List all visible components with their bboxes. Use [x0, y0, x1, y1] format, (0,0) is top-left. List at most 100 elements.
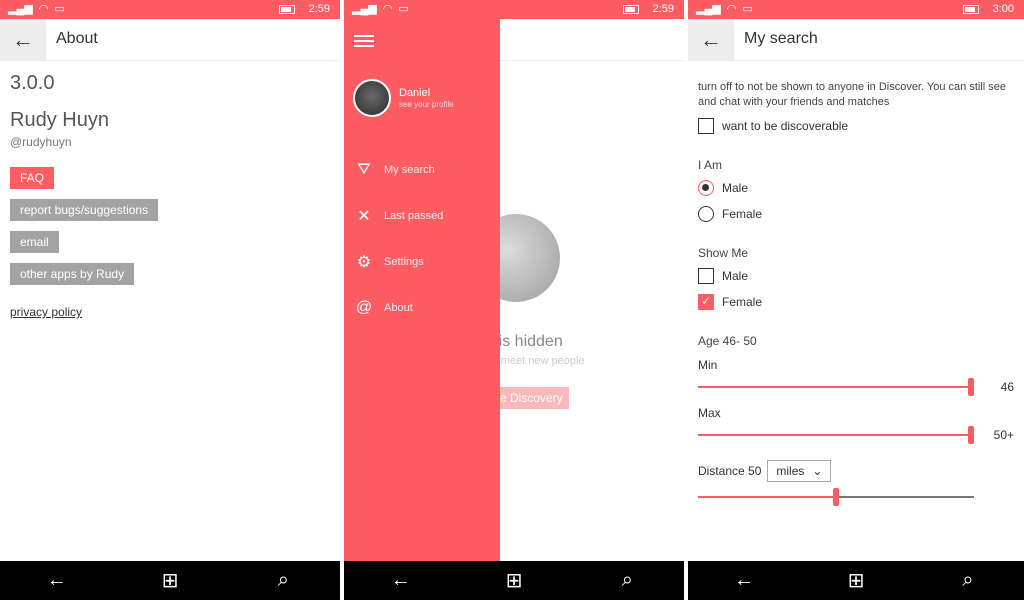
age-heading: Age 46- 50 [698, 334, 757, 348]
slider-track [698, 386, 970, 388]
min-age-slider[interactable]: 46 [698, 378, 1014, 396]
menu-item-my-search[interactable]: ⛛ My search [354, 147, 443, 193]
search-icon[interactable]: ⌕ [263, 569, 303, 592]
checkbox-box[interactable] [698, 268, 714, 284]
filter-icon: ⛛ [357, 161, 371, 178]
report-bugs-button[interactable]: report bugs/suggestions [10, 199, 159, 221]
menu-item-last-passed[interactable]: ✕ Last passed [354, 193, 443, 239]
distance-row: Distance 50 miles ⌄ [698, 460, 1014, 482]
privacy-policy-link[interactable]: privacy policy [10, 305, 82, 319]
show-me-female-checkbox[interactable]: Female [698, 292, 1014, 312]
discoverable-checkbox[interactable]: want to be discoverable [698, 116, 1014, 136]
nav-bar: ← ⊞ ⌕ [688, 561, 1024, 600]
other-apps-button[interactable]: other apps by Rudy [10, 263, 135, 285]
signal-icon: ▂▄▆ [696, 3, 721, 15]
title-bar: ← My search [688, 19, 1024, 61]
windows-icon[interactable]: ⊞ [836, 568, 876, 593]
at-icon: @ [355, 299, 373, 316]
wifi-icon: ◠ [726, 3, 737, 15]
nav-bar: ← ⊞ ⌕ [0, 561, 340, 600]
menu-item-label: Last passed [384, 210, 444, 222]
max-age-value: 50+ [993, 428, 1014, 442]
distance-unit-select[interactable]: miles ⌄ [767, 460, 832, 482]
author-name: Rudy Huyn [10, 109, 109, 131]
my-search-screen: ▂▄▆ ◠ ▭ 3:00 ← My search turn off to not b… [688, 0, 1024, 600]
hamburger-icon[interactable] [354, 35, 374, 47]
search-icon[interactable]: ⌕ [607, 569, 647, 592]
radio-label: Female [722, 207, 763, 221]
avatar [353, 79, 391, 117]
profile-row[interactable]: Daniel see your profile [353, 79, 454, 117]
message-icon: ▭ [398, 3, 409, 15]
checkbox-label: Male [722, 269, 749, 283]
slider-thumb[interactable] [968, 426, 974, 444]
slider-thumb[interactable] [833, 488, 839, 506]
min-age-value: 46 [1000, 380, 1014, 394]
discover-description: turn off to not be shown to anyone in Di… [698, 81, 1006, 108]
distance-slider[interactable] [698, 488, 1014, 506]
gear-icon: ⚙ [356, 254, 372, 271]
battery-icon [622, 4, 639, 14]
battery-icon [278, 4, 295, 14]
checkbox-box[interactable] [698, 294, 714, 310]
back-arrow-icon: ← [12, 27, 34, 52]
back-nav-icon[interactable]: ← [381, 569, 421, 592]
page-title: About [56, 30, 98, 47]
version-text: 3.0.0 [10, 72, 55, 94]
status-bar: ▂▄▆ ◠ ▭ 2:59 [0, 0, 340, 19]
clock: 3:00 [992, 3, 1014, 15]
windows-icon[interactable]: ⊞ [494, 568, 534, 593]
menu-item-label: My search [384, 164, 435, 176]
author-handle: @rudyhuyn [10, 135, 72, 149]
windows-icon[interactable]: ⊞ [150, 568, 190, 593]
i-am-heading: I Am [698, 158, 723, 172]
search-settings: turn off to not be shown to anyone in Di… [698, 80, 1014, 506]
show-me-male-checkbox[interactable]: Male [698, 266, 1014, 286]
clock: 2:59 [652, 3, 674, 15]
radio-label: Male [722, 181, 749, 195]
email-button[interactable]: email [10, 231, 59, 253]
i-am-female-radio[interactable]: Female [698, 204, 1014, 224]
wifi-icon: ◠ [382, 3, 393, 15]
menu-item-settings[interactable]: ⚙ Settings [354, 239, 443, 285]
select-value: miles [776, 464, 805, 478]
signal-icon: ▂▄▆ [352, 3, 377, 15]
chevron-down-icon: ⌄ [812, 464, 823, 478]
radio-circle[interactable] [698, 180, 714, 196]
menu-item-about[interactable]: @ About [354, 285, 443, 331]
status-bar: ▂▄▆ ◠ ▭ 2:59 [344, 0, 684, 19]
slider-track [698, 434, 970, 436]
wifi-icon: ◠ [38, 3, 49, 15]
slider-thumb[interactable] [968, 378, 974, 396]
show-me-heading: Show Me [698, 246, 749, 260]
i-am-male-radio[interactable]: Male [698, 178, 1014, 198]
back-arrow-icon: ← [700, 27, 722, 52]
back-nav-icon[interactable]: ← [724, 569, 764, 592]
drawer-screen: ▂▄▆ ◠ ▭ 2:59 rd is hidden v to meet new pe… [344, 0, 684, 600]
profile-name: Daniel [399, 87, 431, 99]
about-screen: ▂▄▆ ◠ ▭ 2:59 ← About 3.0.0 Rudy Huyn @rudy… [0, 0, 340, 600]
search-icon[interactable]: ⌕ [948, 569, 988, 592]
checkbox-box[interactable] [698, 118, 714, 134]
nav-drawer: Daniel see your profile ⛛ My search ✕ La… [344, 19, 500, 561]
back-nav-icon[interactable]: ← [37, 569, 77, 592]
nav-bar: ← ⊞ ⌕ [344, 561, 684, 600]
title-bar: ← About [0, 19, 340, 61]
clock: 2:59 [308, 3, 330, 15]
menu-item-label: Settings [384, 256, 424, 268]
page-title: My search [744, 30, 818, 47]
distance-label: Distance 50 [698, 464, 762, 478]
checkbox-label: Female [722, 295, 763, 309]
slider-track [698, 496, 836, 498]
checkbox-label: want to be discoverable [722, 119, 849, 133]
battery-icon [962, 4, 979, 14]
about-content: 3.0.0 Rudy Huyn @rudyhuyn FAQ report bug… [10, 72, 159, 321]
back-button[interactable]: ← [688, 19, 734, 61]
profile-subtitle: see your profile [399, 100, 454, 109]
faq-button[interactable]: FAQ [10, 167, 55, 189]
menu-item-label: About [384, 302, 413, 314]
slider-track-rest [836, 496, 974, 498]
radio-circle[interactable] [698, 206, 714, 222]
max-age-slider[interactable]: 50+ [698, 426, 1014, 444]
back-button[interactable]: ← [0, 19, 46, 61]
